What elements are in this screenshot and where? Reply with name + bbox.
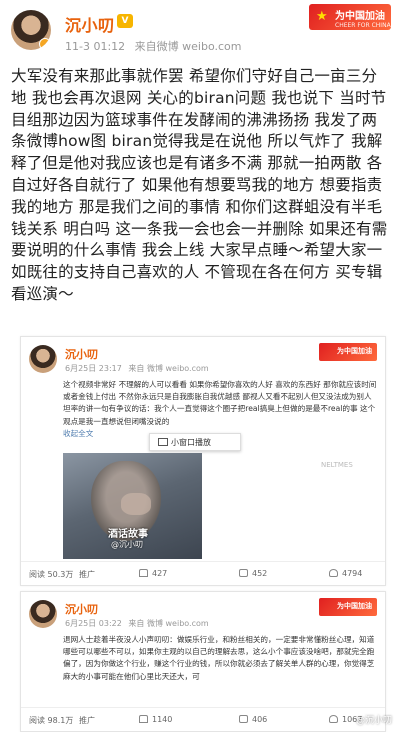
embedded-post-screenshot: 沉小叨 6月25日 23:17 来自 微博 weibo.com 为中国加油 这个… [20, 336, 386, 586]
share-count: 427 [152, 569, 168, 578]
mini-window-icon [158, 438, 168, 446]
embed2-cheer-badge: 为中国加油 [319, 598, 377, 616]
comment-count: 452 [252, 569, 268, 578]
embed2-action-bar: 阅读 98.1万 推广 1140 406 1067 [21, 707, 385, 731]
embed2-author-name: 沉小叨 [65, 603, 98, 616]
like-count: 4794 [342, 569, 363, 578]
share-icon [139, 715, 148, 723]
author-name[interactable]: 沉小叨 [65, 12, 115, 36]
mini-window-label: 小窗口播放 [171, 438, 211, 447]
video-thumbnail: 酒话故事 @沉小叨 [63, 453, 202, 559]
comment-count: 406 [252, 715, 268, 724]
embed-author-name: 沉小叨 [65, 348, 98, 361]
embed-reads: 阅读 50.3万 [29, 570, 74, 579]
embed2-reads: 阅读 98.1万 [29, 716, 74, 725]
embed2-comment: 406 [239, 715, 267, 724]
post-source: 来自微博 weibo.com [134, 40, 242, 53]
embed2-time: 6月25日 03:22 [65, 619, 122, 628]
embed2-share: 1140 [139, 715, 172, 724]
embed-cheer-badge: 为中国加油 [319, 343, 377, 361]
vip-badge-icon [39, 38, 51, 50]
video-handle: @沉小叨 [111, 540, 143, 549]
embed-time: 6月25日 23:17 [65, 364, 122, 373]
embedded-post-screenshot-2: 沉小叨 6月25日 03:22 来自 微博 weibo.com 为中国加油 退网… [20, 591, 386, 732]
share-icon [139, 569, 148, 577]
post-meta: 11-3 01:12 来自微博 weibo.com [65, 38, 248, 54]
embed-body: 这个视频非常好 不理解的人可以看看 如果你希望你喜欢的人好 喜欢的东西好 那你就… [63, 379, 381, 440]
author-avatar[interactable] [11, 10, 51, 50]
embed-like: 4794 [329, 569, 362, 578]
embed2-meta: 6月25日 03:22 来自 微博 weibo.com [65, 618, 213, 629]
like-icon [329, 715, 338, 723]
embed-share: 427 [139, 569, 167, 578]
cheer-badge-main: 为中国加油 [335, 11, 385, 22]
embed2-body: 退网人士趁着半夜没人小声叨叨：做娱乐行业，和粉丝相关的，一定要非常懂粉丝心理，知… [63, 635, 375, 681]
embed-comment: 452 [239, 569, 267, 578]
embed-body-text: 这个视频非常好 不理解的人可以看看 如果你希望你喜欢的人好 喜欢的东西好 那你就… [63, 380, 377, 426]
embed-action-bar: 阅读 50.3万 推广 427 452 4794 [21, 561, 385, 585]
embed2-promote: 推广 [79, 716, 95, 725]
collapse-link: 收起全文 [63, 428, 94, 438]
embed-source: 来自 微博 weibo.com [128, 364, 209, 373]
embed2-avatar [29, 600, 57, 628]
member-icon[interactable]: V [117, 14, 133, 28]
star-icon: ★ [316, 9, 328, 24]
embed-promote: 推广 [79, 570, 95, 579]
comment-icon [239, 715, 248, 723]
mini-window-popup: 小窗口播放 [149, 433, 241, 451]
post-header: 沉小叨 V 11-3 01:12 来自微博 weibo.com ★ 为中国加油 … [0, 0, 398, 58]
comment-icon [239, 569, 248, 577]
embed-meta: 6月25日 23:17 来自 微博 weibo.com [65, 363, 213, 374]
cheer-badge-sub: CHEER FOR CHINA [335, 22, 391, 29]
cheer-badge[interactable]: ★ 为中国加油 CHEER FOR CHINA [309, 4, 391, 30]
embed2-source: 来自 微博 weibo.com [128, 619, 209, 628]
like-icon [329, 569, 338, 577]
post-time: 11-3 01:12 [65, 40, 126, 53]
image-watermark: @沉小叨 [355, 716, 392, 726]
video-site-label: NELTMES [321, 461, 353, 469]
video-hand [121, 493, 151, 515]
post-body: 大军没有来那此事就作罢 希望你们守好自己一亩三分地 我也会再次退网 关心的bir… [11, 67, 388, 303]
share-count: 1140 [152, 715, 173, 724]
video-title: 酒话故事 [108, 529, 148, 540]
embed-avatar [29, 345, 57, 373]
